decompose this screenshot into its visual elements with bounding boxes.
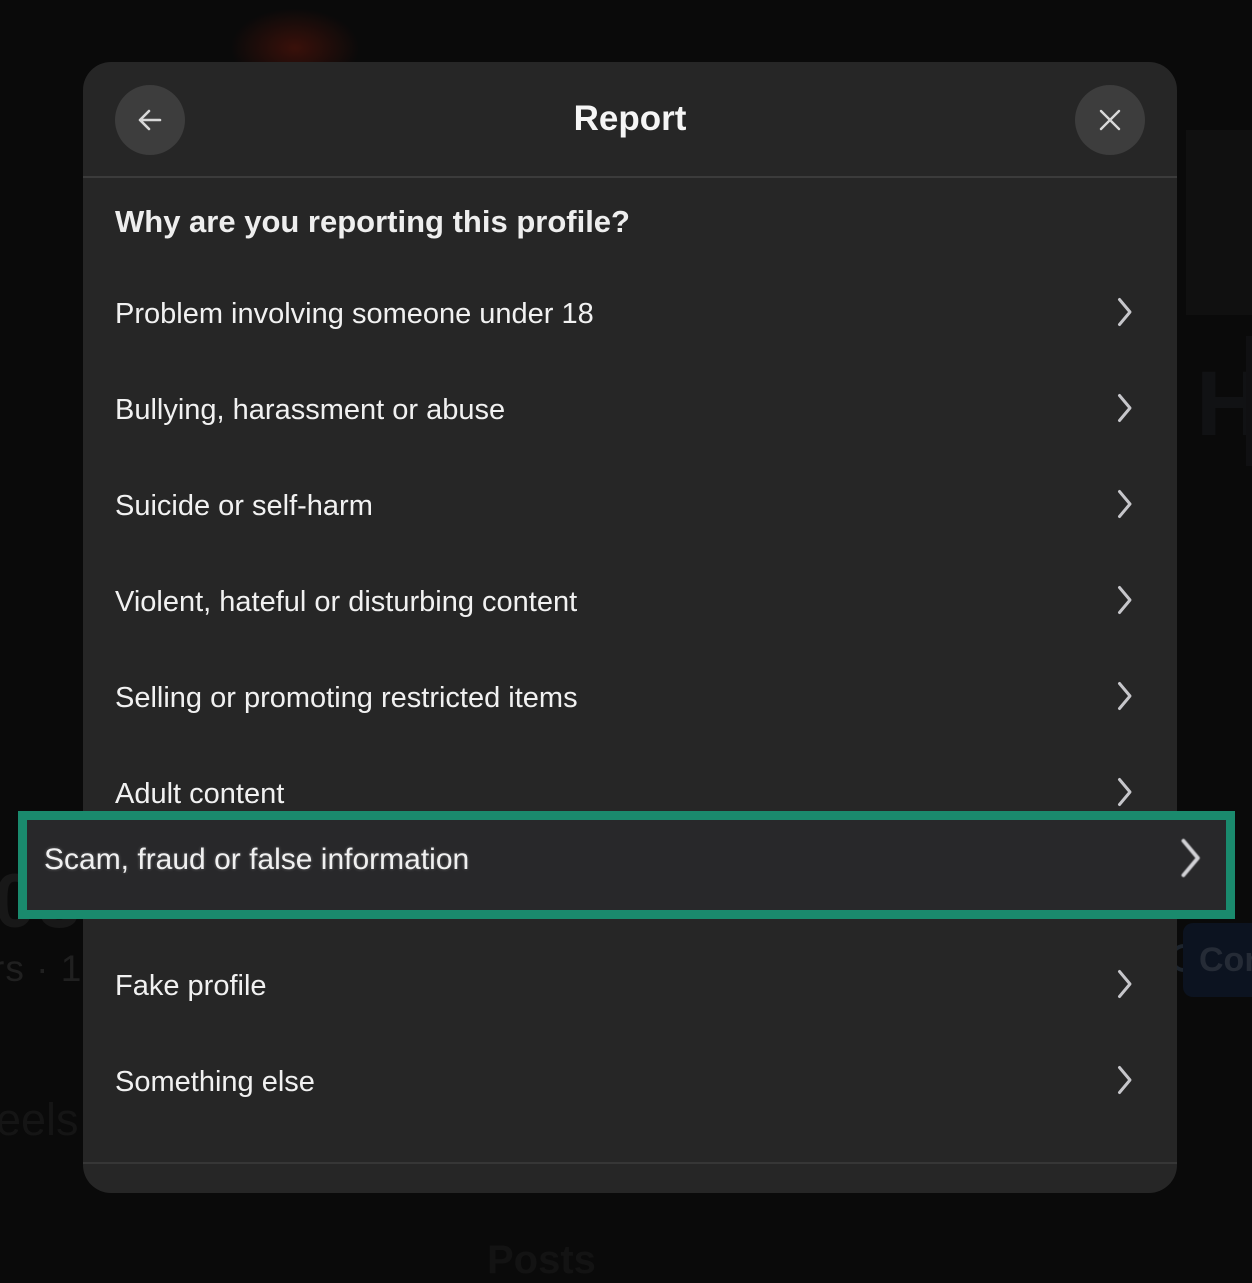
dialog-title: Report: [83, 62, 1177, 176]
background-letter-fragment: H: [1196, 352, 1252, 457]
report-dialog: Report Why are you reporting this profil…: [83, 62, 1177, 1193]
report-reason-list-bottom: Fake profile Something else: [83, 938, 1177, 1130]
chevron-right-icon: [1117, 969, 1133, 1004]
dialog-header: Report: [83, 62, 1177, 178]
background-tab-fragment: Posts: [487, 1238, 596, 1283]
close-button[interactable]: [1075, 85, 1145, 155]
menu-item-label: Scam, fraud or false information: [44, 843, 469, 877]
chevron-right-icon: [1117, 1065, 1133, 1100]
menu-item-label: Problem involving someone under 18: [115, 298, 594, 331]
menu-item-something-else[interactable]: Something else: [83, 1034, 1177, 1130]
menu-item-restricted-items[interactable]: Selling or promoting restricted items: [83, 650, 1177, 746]
screen: { "modal": { "title": "Report", "heading…: [0, 0, 1252, 1260]
menu-item-scam-fraud[interactable]: Scam, fraud or false information: [27, 820, 1226, 910]
menu-item-fake-profile[interactable]: Fake profile: [83, 938, 1177, 1034]
background-dim-block: [1186, 130, 1252, 315]
menu-item-label: Selling or promoting restricted items: [115, 682, 578, 715]
chevron-right-icon: [1117, 777, 1133, 812]
background-contact-button-fragment: Con: [1183, 923, 1252, 997]
chevron-right-icon: [1117, 585, 1133, 620]
chevron-right-icon: [1117, 681, 1133, 716]
menu-item-bullying[interactable]: Bullying, harassment or abuse: [83, 362, 1177, 458]
chevron-right-icon: [1117, 489, 1133, 524]
background-reels-nav-fragment: eels: [0, 1094, 79, 1146]
divider: [83, 1162, 1177, 1164]
chevron-right-icon: [1180, 837, 1202, 884]
annotation-highlight-box: Scam, fraud or false information: [18, 811, 1235, 919]
menu-item-label: Bullying, harassment or abuse: [115, 394, 505, 427]
chevron-right-icon: [1117, 297, 1133, 332]
chevron-right-icon: [1117, 393, 1133, 428]
background-dim-bar: [1246, 336, 1252, 466]
menu-item-suicide-self-harm[interactable]: Suicide or self-harm: [83, 458, 1177, 554]
menu-item-violent-content[interactable]: Violent, hateful or disturbing content: [83, 554, 1177, 650]
menu-item-label: Fake profile: [115, 970, 267, 1003]
close-icon: [1093, 103, 1127, 137]
menu-item-label: Violent, hateful or disturbing content: [115, 586, 577, 619]
dialog-question-heading: Why are you reporting this profile?: [83, 178, 1177, 266]
report-reason-list: Problem involving someone under 18 Bully…: [83, 266, 1177, 842]
menu-item-label: Suicide or self-harm: [115, 490, 373, 523]
menu-item-label: Something else: [115, 1066, 315, 1099]
menu-item-label: Adult content: [115, 778, 284, 811]
menu-item-under-18[interactable]: Problem involving someone under 18: [83, 266, 1177, 362]
